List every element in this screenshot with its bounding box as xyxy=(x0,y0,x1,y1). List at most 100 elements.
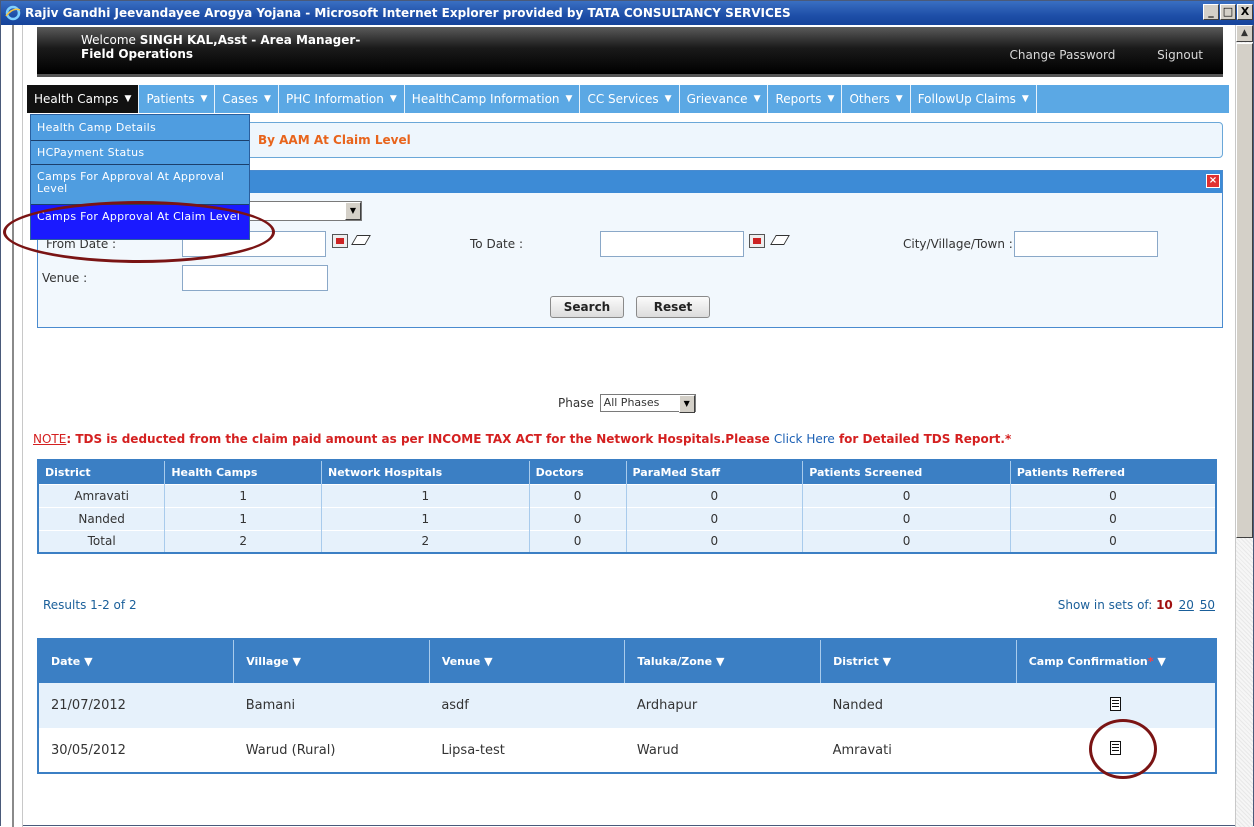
required-star: * xyxy=(1147,655,1154,668)
chevron-down-icon: ▼ xyxy=(264,94,271,104)
close-button[interactable]: X xyxy=(1237,4,1253,20)
highlight-circle xyxy=(3,201,275,263)
to-date-label: To Date : xyxy=(470,237,523,251)
chevron-down-icon: ▼ xyxy=(565,94,573,104)
table-row: Amravati 1 1 0 0 0 0 xyxy=(38,483,1217,507)
chevron-down-icon: ▼ xyxy=(484,655,493,668)
scroll-up-icon[interactable]: ▲ xyxy=(1236,25,1253,42)
internet-explorer-icon xyxy=(5,5,21,21)
camps-table: Date ▼ Village ▼ Venue ▼ Taluka/Zone ▼ D… xyxy=(37,638,1217,774)
menu-cases[interactable]: Cases ▼ xyxy=(215,85,279,113)
sort-district[interactable]: District ▼ xyxy=(820,639,1017,683)
col-health-camps: Health Camps xyxy=(164,460,323,484)
chevron-down-icon: ▼ xyxy=(664,94,672,104)
browser-window: Rajiv Gandhi Jeevandayee Arogya Yojana -… xyxy=(0,0,1254,827)
left-frame xyxy=(1,25,23,827)
phase-label: Phase xyxy=(558,396,594,410)
city-input[interactable] xyxy=(1014,231,1158,257)
minimize-button[interactable]: _ xyxy=(1203,4,1219,20)
page-header: Welcome SINGH KAL,Asst - Area Manager- F… xyxy=(37,27,1223,77)
chevron-down-icon: ▼ xyxy=(84,655,93,668)
eraser-icon[interactable] xyxy=(770,235,790,245)
menu-healthcamp-information[interactable]: HealthCamp Information ▼ xyxy=(405,85,581,113)
eraser-icon[interactable] xyxy=(351,235,371,245)
phase-select[interactable]: All Phases ▼ xyxy=(599,394,696,413)
user-name: SINGH KAL,Asst - Area Manager- xyxy=(139,33,361,47)
col-doctors: Doctors xyxy=(529,460,627,484)
col-patients-screened: Patients Screened xyxy=(802,460,1011,484)
signout-link[interactable]: Signout xyxy=(1157,48,1203,62)
page-subtitle: By AAM At Claim Level xyxy=(258,133,411,147)
table-header-row: Date ▼ Village ▼ Venue ▼ Taluka/Zone ▼ D… xyxy=(38,639,1217,683)
sort-venue[interactable]: Venue ▼ xyxy=(429,639,626,683)
summary-table: District Health Camps Network Hospitals … xyxy=(37,459,1217,554)
chevron-down-icon: ▼ xyxy=(345,202,361,220)
change-password-link[interactable]: Change Password xyxy=(1010,48,1116,62)
city-label: City/Village/Town : xyxy=(903,237,1013,251)
page-size-20-link[interactable]: 20 xyxy=(1179,598,1194,612)
dropdown-item-hcpayment-status[interactable]: HCPayment Status xyxy=(31,141,249,165)
menu-reports[interactable]: Reports ▼ xyxy=(768,85,843,113)
calendar-icon[interactable] xyxy=(332,234,348,248)
menu-phc-information[interactable]: PHC Information ▼ xyxy=(279,85,405,113)
col-patients-reffered: Patients Reffered xyxy=(1010,460,1217,484)
col-network-hospitals: Network Hospitals xyxy=(321,460,530,484)
chevron-down-icon: ▼ xyxy=(753,94,761,104)
chevron-down-icon: ▼ xyxy=(389,94,397,104)
chevron-down-icon: ▼ xyxy=(1157,655,1166,668)
menu-health-camps[interactable]: Health Camps ▼ xyxy=(27,85,140,113)
vertical-scrollbar[interactable]: ▲ xyxy=(1235,25,1253,827)
welcome-text: Welcome SINGH KAL,Asst - Area Manager- F… xyxy=(81,33,361,61)
venue-input[interactable] xyxy=(182,265,328,291)
sort-camp-confirmation[interactable]: Camp Confirmation* ▼ xyxy=(1016,639,1217,683)
page-size-current: 10 xyxy=(1156,598,1173,612)
calendar-icon[interactable] xyxy=(749,234,765,248)
title-bar: Rajiv Gandhi Jeevandayee Arogya Yojana -… xyxy=(1,1,1254,25)
chevron-down-icon: ▼ xyxy=(292,655,301,668)
user-dept: Field Operations xyxy=(81,47,194,61)
window-title: Rajiv Gandhi Jeevandayee Arogya Yojana -… xyxy=(25,6,791,20)
chevron-down-icon: ▼ xyxy=(827,94,835,104)
chevron-down-icon: ▼ xyxy=(1021,94,1029,104)
table-row: 30/05/2012 Warud (Rural) Lipsa-test Warud Am… xyxy=(38,728,1216,773)
scroll-thumb[interactable] xyxy=(1236,43,1253,538)
search-button[interactable]: Search xyxy=(550,296,624,318)
maximize-button[interactable]: □ xyxy=(1220,4,1236,20)
col-paramed-staff: ParaMed Staff xyxy=(626,460,804,484)
tds-report-link[interactable]: Click Here xyxy=(774,432,835,446)
dropdown-item-approval-level[interactable]: Camps For Approval At Approval Level xyxy=(31,165,249,205)
chevron-down-icon: ▼ xyxy=(882,655,892,668)
menu-followup-claims[interactable]: FollowUp Claims ▼ xyxy=(911,85,1037,113)
menu-others[interactable]: Others ▼ xyxy=(842,85,911,113)
main-menu: Health Camps ▼ Patients ▼ Cases ▼ PHC Infor… xyxy=(27,85,1229,113)
phase-filter: Phase All Phases ▼ xyxy=(558,391,696,413)
menu-grievance[interactable]: Grievance ▼ xyxy=(680,85,769,113)
chevron-down-icon: ▼ xyxy=(678,395,695,413)
page-size-50-link[interactable]: 50 xyxy=(1200,598,1215,612)
to-date-input[interactable] xyxy=(600,231,744,257)
table-row: 21/07/2012 Bamani asdf Ardhapur Nanded xyxy=(38,683,1216,728)
sort-taluka-zone[interactable]: Taluka/Zone ▼ xyxy=(624,639,822,683)
results-count: Results 1-2 of 2 xyxy=(43,598,137,612)
page-size-selector: Show in sets of: 10 20 50 xyxy=(1057,598,1215,612)
sort-village[interactable]: Village ▼ xyxy=(233,639,430,683)
tds-note: NOTE: TDS is deducted from the claim pai… xyxy=(33,432,1012,446)
chevron-down-icon: ▼ xyxy=(124,94,132,104)
table-header-row: District Health Camps Network Hospitals … xyxy=(38,460,1217,484)
table-row: Nanded 1 1 0 0 0 0 xyxy=(38,506,1217,530)
reset-button[interactable]: Reset xyxy=(636,296,710,318)
menu-cc-services[interactable]: CC Services ▼ xyxy=(580,85,680,113)
sort-date[interactable]: Date ▼ xyxy=(38,639,235,683)
col-district: District xyxy=(38,460,166,484)
note-label: NOTE xyxy=(33,432,67,446)
menu-patients[interactable]: Patients ▼ xyxy=(139,85,216,113)
dropdown-item-health-camp-details[interactable]: Health Camp Details xyxy=(31,115,249,141)
table-row-total: Total 2 2 0 0 0 0 xyxy=(38,529,1217,553)
chevron-down-icon: ▼ xyxy=(895,94,903,104)
chevron-down-icon: ▼ xyxy=(715,655,725,668)
document-icon[interactable] xyxy=(1110,696,1122,711)
highlight-circle xyxy=(1089,719,1157,779)
close-icon[interactable]: × xyxy=(1206,174,1220,188)
chevron-down-icon: ▼ xyxy=(200,94,208,104)
venue-label: Venue : xyxy=(42,271,88,285)
